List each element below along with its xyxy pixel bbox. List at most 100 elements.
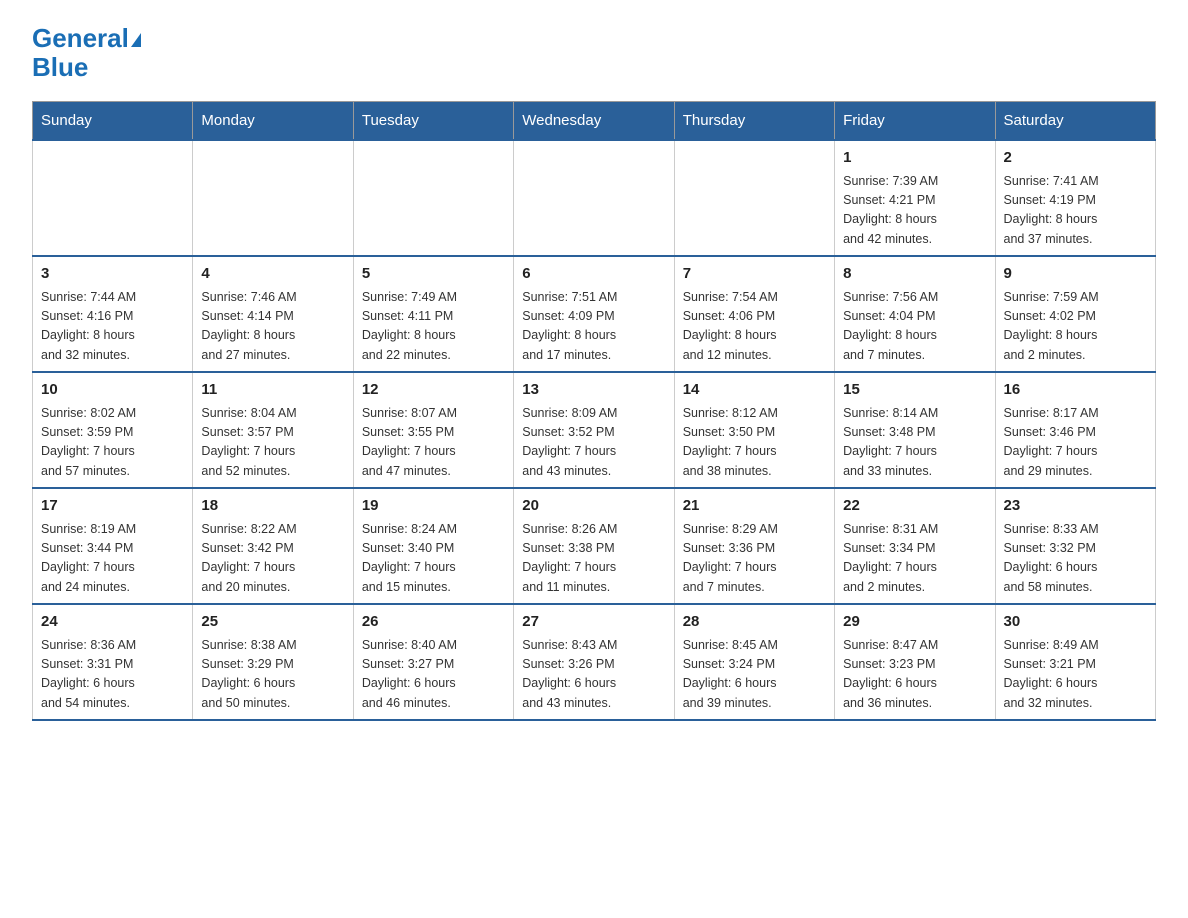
day-number: 23: [1004, 495, 1147, 518]
day-info: Sunrise: 8:31 AM Sunset: 3:34 PM Dayligh…: [843, 520, 986, 598]
logo-blue: Blue: [32, 52, 88, 82]
day-info: Sunrise: 8:47 AM Sunset: 3:23 PM Dayligh…: [843, 636, 986, 714]
day-number: 3: [41, 263, 184, 286]
day-number: 22: [843, 495, 986, 518]
day-info: Sunrise: 8:29 AM Sunset: 3:36 PM Dayligh…: [683, 520, 826, 598]
calendar-cell: 29Sunrise: 8:47 AM Sunset: 3:23 PM Dayli…: [835, 604, 995, 720]
weekday-header-friday: Friday: [835, 102, 995, 141]
calendar-cell: 13Sunrise: 8:09 AM Sunset: 3:52 PM Dayli…: [514, 372, 674, 488]
day-info: Sunrise: 8:49 AM Sunset: 3:21 PM Dayligh…: [1004, 636, 1147, 714]
calendar-cell: 22Sunrise: 8:31 AM Sunset: 3:34 PM Dayli…: [835, 488, 995, 604]
day-number: 15: [843, 379, 986, 402]
day-number: 21: [683, 495, 826, 518]
weekday-header-sunday: Sunday: [33, 102, 193, 141]
calendar-week-row: 3Sunrise: 7:44 AM Sunset: 4:16 PM Daylig…: [33, 256, 1156, 372]
calendar-cell: 8Sunrise: 7:56 AM Sunset: 4:04 PM Daylig…: [835, 256, 995, 372]
day-info: Sunrise: 8:14 AM Sunset: 3:48 PM Dayligh…: [843, 404, 986, 482]
calendar-cell: 17Sunrise: 8:19 AM Sunset: 3:44 PM Dayli…: [33, 488, 193, 604]
day-info: Sunrise: 8:17 AM Sunset: 3:46 PM Dayligh…: [1004, 404, 1147, 482]
weekday-header-thursday: Thursday: [674, 102, 834, 141]
calendar-cell: 12Sunrise: 8:07 AM Sunset: 3:55 PM Dayli…: [353, 372, 513, 488]
day-info: Sunrise: 8:12 AM Sunset: 3:50 PM Dayligh…: [683, 404, 826, 482]
calendar-cell: 26Sunrise: 8:40 AM Sunset: 3:27 PM Dayli…: [353, 604, 513, 720]
day-info: Sunrise: 7:46 AM Sunset: 4:14 PM Dayligh…: [201, 288, 344, 366]
day-info: Sunrise: 8:43 AM Sunset: 3:26 PM Dayligh…: [522, 636, 665, 714]
calendar-cell: 2Sunrise: 7:41 AM Sunset: 4:19 PM Daylig…: [995, 140, 1155, 256]
calendar-cell: 15Sunrise: 8:14 AM Sunset: 3:48 PM Dayli…: [835, 372, 995, 488]
calendar-header-row: SundayMondayTuesdayWednesdayThursdayFrid…: [33, 102, 1156, 141]
calendar-cell: 19Sunrise: 8:24 AM Sunset: 3:40 PM Dayli…: [353, 488, 513, 604]
day-number: 7: [683, 263, 826, 286]
day-info: Sunrise: 8:04 AM Sunset: 3:57 PM Dayligh…: [201, 404, 344, 482]
weekday-header-wednesday: Wednesday: [514, 102, 674, 141]
day-number: 20: [522, 495, 665, 518]
day-info: Sunrise: 7:41 AM Sunset: 4:19 PM Dayligh…: [1004, 172, 1147, 250]
day-number: 2: [1004, 147, 1147, 170]
day-number: 1: [843, 147, 986, 170]
day-number: 25: [201, 611, 344, 634]
calendar-cell: 4Sunrise: 7:46 AM Sunset: 4:14 PM Daylig…: [193, 256, 353, 372]
day-number: 6: [522, 263, 665, 286]
logo-general: General: [32, 23, 129, 53]
calendar-cell: 30Sunrise: 8:49 AM Sunset: 3:21 PM Dayli…: [995, 604, 1155, 720]
calendar-cell: 16Sunrise: 8:17 AM Sunset: 3:46 PM Dayli…: [995, 372, 1155, 488]
calendar-cell: 21Sunrise: 8:29 AM Sunset: 3:36 PM Dayli…: [674, 488, 834, 604]
day-number: 28: [683, 611, 826, 634]
day-info: Sunrise: 8:33 AM Sunset: 3:32 PM Dayligh…: [1004, 520, 1147, 598]
day-info: Sunrise: 8:22 AM Sunset: 3:42 PM Dayligh…: [201, 520, 344, 598]
day-number: 24: [41, 611, 184, 634]
day-info: Sunrise: 8:26 AM Sunset: 3:38 PM Dayligh…: [522, 520, 665, 598]
day-number: 19: [362, 495, 505, 518]
calendar-cell: 14Sunrise: 8:12 AM Sunset: 3:50 PM Dayli…: [674, 372, 834, 488]
day-info: Sunrise: 7:59 AM Sunset: 4:02 PM Dayligh…: [1004, 288, 1147, 366]
calendar-cell: 1Sunrise: 7:39 AM Sunset: 4:21 PM Daylig…: [835, 140, 995, 256]
calendar-cell: 24Sunrise: 8:36 AM Sunset: 3:31 PM Dayli…: [33, 604, 193, 720]
day-info: Sunrise: 8:19 AM Sunset: 3:44 PM Dayligh…: [41, 520, 184, 598]
day-info: Sunrise: 7:56 AM Sunset: 4:04 PM Dayligh…: [843, 288, 986, 366]
day-number: 5: [362, 263, 505, 286]
calendar-cell: [353, 140, 513, 256]
calendar-table: SundayMondayTuesdayWednesdayThursdayFrid…: [32, 101, 1156, 721]
day-info: Sunrise: 7:51 AM Sunset: 4:09 PM Dayligh…: [522, 288, 665, 366]
calendar-cell: [193, 140, 353, 256]
weekday-header-tuesday: Tuesday: [353, 102, 513, 141]
calendar-cell: 28Sunrise: 8:45 AM Sunset: 3:24 PM Dayli…: [674, 604, 834, 720]
calendar-cell: 10Sunrise: 8:02 AM Sunset: 3:59 PM Dayli…: [33, 372, 193, 488]
logo-text: General Blue: [32, 24, 141, 81]
day-info: Sunrise: 8:09 AM Sunset: 3:52 PM Dayligh…: [522, 404, 665, 482]
calendar-cell: [33, 140, 193, 256]
day-info: Sunrise: 8:07 AM Sunset: 3:55 PM Dayligh…: [362, 404, 505, 482]
calendar-week-row: 24Sunrise: 8:36 AM Sunset: 3:31 PM Dayli…: [33, 604, 1156, 720]
calendar-cell: [674, 140, 834, 256]
calendar-cell: 25Sunrise: 8:38 AM Sunset: 3:29 PM Dayli…: [193, 604, 353, 720]
page-header: General Blue: [32, 24, 1156, 81]
day-info: Sunrise: 7:44 AM Sunset: 4:16 PM Dayligh…: [41, 288, 184, 366]
day-info: Sunrise: 8:38 AM Sunset: 3:29 PM Dayligh…: [201, 636, 344, 714]
calendar-cell: 27Sunrise: 8:43 AM Sunset: 3:26 PM Dayli…: [514, 604, 674, 720]
calendar-cell: 23Sunrise: 8:33 AM Sunset: 3:32 PM Dayli…: [995, 488, 1155, 604]
day-info: Sunrise: 8:24 AM Sunset: 3:40 PM Dayligh…: [362, 520, 505, 598]
logo: General Blue: [32, 24, 141, 81]
calendar-cell: 20Sunrise: 8:26 AM Sunset: 3:38 PM Dayli…: [514, 488, 674, 604]
day-info: Sunrise: 7:49 AM Sunset: 4:11 PM Dayligh…: [362, 288, 505, 366]
weekday-header-saturday: Saturday: [995, 102, 1155, 141]
logo-triangle-icon: [131, 33, 141, 47]
day-info: Sunrise: 7:54 AM Sunset: 4:06 PM Dayligh…: [683, 288, 826, 366]
day-number: 9: [1004, 263, 1147, 286]
day-number: 30: [1004, 611, 1147, 634]
day-info: Sunrise: 8:36 AM Sunset: 3:31 PM Dayligh…: [41, 636, 184, 714]
day-number: 17: [41, 495, 184, 518]
day-number: 18: [201, 495, 344, 518]
calendar-week-row: 17Sunrise: 8:19 AM Sunset: 3:44 PM Dayli…: [33, 488, 1156, 604]
calendar-cell: 9Sunrise: 7:59 AM Sunset: 4:02 PM Daylig…: [995, 256, 1155, 372]
day-number: 26: [362, 611, 505, 634]
calendar-cell: 5Sunrise: 7:49 AM Sunset: 4:11 PM Daylig…: [353, 256, 513, 372]
calendar-cell: 11Sunrise: 8:04 AM Sunset: 3:57 PM Dayli…: [193, 372, 353, 488]
calendar-cell: 6Sunrise: 7:51 AM Sunset: 4:09 PM Daylig…: [514, 256, 674, 372]
day-info: Sunrise: 7:39 AM Sunset: 4:21 PM Dayligh…: [843, 172, 986, 250]
calendar-cell: 7Sunrise: 7:54 AM Sunset: 4:06 PM Daylig…: [674, 256, 834, 372]
day-number: 16: [1004, 379, 1147, 402]
calendar-cell: 18Sunrise: 8:22 AM Sunset: 3:42 PM Dayli…: [193, 488, 353, 604]
day-number: 14: [683, 379, 826, 402]
weekday-header-monday: Monday: [193, 102, 353, 141]
